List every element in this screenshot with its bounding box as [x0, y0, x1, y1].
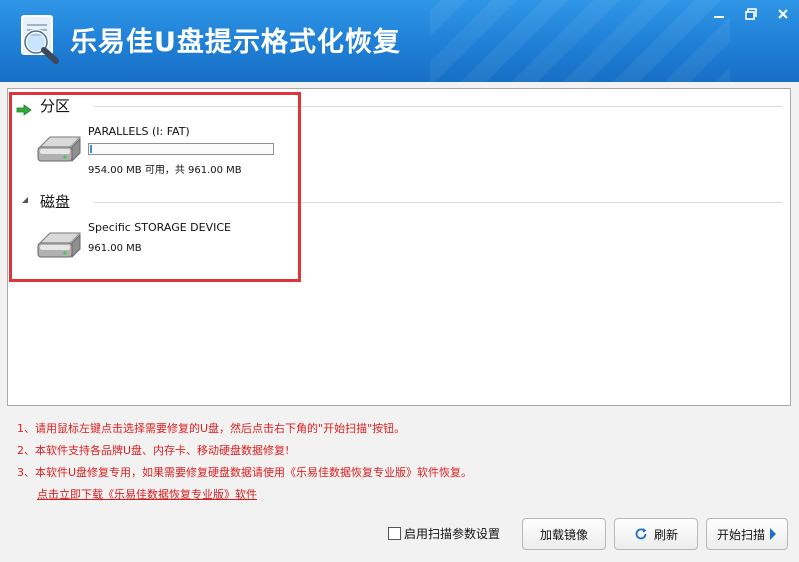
app-logo-icon: [21, 15, 59, 64]
restore-button[interactable]: [735, 0, 767, 28]
section-partition[interactable]: 分区: [18, 93, 790, 117]
section-divider: [94, 106, 782, 107]
device-disk-size: 961.00 MB: [88, 243, 142, 254]
restore-icon: [745, 8, 757, 20]
green-arrow-icon: [16, 104, 32, 116]
capacity-progress-bar: [88, 143, 274, 155]
instruction-line: 2、本软件支持各品牌U盘、内存卡、移动硬盘数据修复!: [17, 444, 290, 457]
section-disk-label: 磁盘: [40, 193, 71, 211]
refresh-label: 刷新: [653, 527, 678, 542]
instructions: 1、请用鼠标左键点击选择需要修复的U盘，然后点击右下角的"开始扫描"按钮。 2、…: [17, 418, 472, 506]
title-bar-decoration: [430, 0, 730, 82]
start-scan-button[interactable]: 开始扫描: [706, 518, 788, 550]
load-image-button[interactable]: 加载镜像: [522, 518, 606, 550]
hard-drive-icon: [37, 136, 81, 163]
app-title: 乐易佳U盘提示格式化恢复: [70, 27, 401, 58]
section-disk[interactable]: 磁盘: [18, 189, 790, 213]
section-partition-label: 分区: [40, 97, 71, 115]
scan-settings-option[interactable]: 启用扫描参数设置: [388, 525, 500, 542]
minimize-button[interactable]: [703, 0, 735, 28]
close-icon: [778, 9, 788, 19]
device-disk-name: Specific STORAGE DEVICE: [88, 221, 231, 234]
title-bar: 乐易佳U盘提示格式化恢复: [0, 0, 799, 82]
app-window: 乐易佳U盘提示格式化恢复 分区 PARALLELS (I: FAT) 954.0…: [0, 0, 799, 562]
hard-drive-icon: [37, 232, 81, 259]
chevron-right-icon: [769, 528, 777, 540]
close-button[interactable]: [767, 0, 799, 28]
device-partition-name: PARALLELS (I: FAT): [88, 125, 190, 138]
device-partition-free: 954.00 MB 可用，共 961.00 MB: [88, 165, 242, 176]
device-disk-item[interactable]: Specific STORAGE DEVICE 961.00 MB: [32, 215, 282, 273]
capacity-progress-fill: [90, 145, 92, 153]
refresh-icon: [634, 527, 648, 541]
download-pro-link[interactable]: 点击立即下载《乐易佳数据恢复专业版》软件: [37, 484, 472, 506]
minimize-icon: [714, 16, 724, 18]
device-panel: 分区 PARALLELS (I: FAT) 954.00 MB 可用，共 961…: [7, 88, 791, 406]
instruction-line: 1、请用鼠标左键点击选择需要修复的U盘，然后点击右下角的"开始扫描"按钮。: [17, 422, 406, 435]
start-scan-label: 开始扫描: [716, 527, 765, 542]
load-image-label: 加载镜像: [539, 527, 588, 542]
scan-settings-label: 启用扫描参数设置: [404, 527, 501, 541]
refresh-button[interactable]: 刷新: [614, 518, 698, 550]
section-divider: [94, 202, 782, 203]
scan-settings-checkbox[interactable]: [388, 527, 401, 540]
collapse-triangle-icon: [22, 197, 28, 203]
window-controls: [703, 0, 799, 30]
instruction-line: 3、本软件U盘修复专用，如果需要修复硬盘数据请使用《乐易佳数据恢复专业版》软件恢…: [17, 466, 473, 479]
device-partition-item[interactable]: PARALLELS (I: FAT) 954.00 MB 可用，共 961.00…: [32, 119, 282, 177]
